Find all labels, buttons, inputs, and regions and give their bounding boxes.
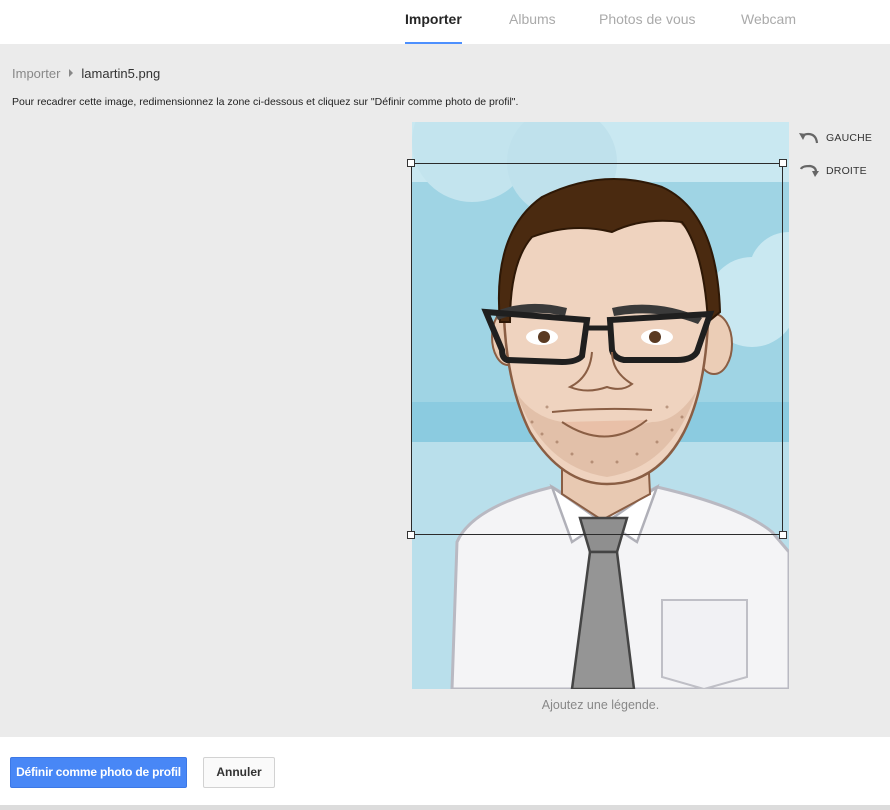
- crop-instructions: Pour recadrer cette image, redimensionne…: [12, 96, 519, 108]
- caption-field[interactable]: Ajoutez une légende.: [412, 698, 789, 712]
- rotate-left-label: GAUCHE: [826, 132, 873, 144]
- crop-handle-bottom-left[interactable]: [407, 531, 415, 539]
- chevron-right-icon: [69, 69, 74, 77]
- crop-selection-box[interactable]: [407, 159, 787, 539]
- rotate-left-icon: [799, 132, 819, 144]
- page-bottom-divider: [0, 805, 890, 810]
- rotate-right-label: DROITE: [826, 165, 867, 177]
- rotate-right-icon: [799, 164, 819, 177]
- breadcrumb-importer-link[interactable]: Importer: [12, 66, 60, 81]
- crop-handle-top-left[interactable]: [407, 159, 415, 167]
- set-profile-photo-button[interactable]: Définir comme photo de profil: [10, 757, 187, 788]
- breadcrumb-filename: lamartin5.png: [81, 66, 161, 81]
- footer-bar: Définir comme photo de profil Annuler: [0, 737, 890, 810]
- crop-handle-bottom-right[interactable]: [779, 531, 787, 539]
- tab-albums[interactable]: Albums: [509, 0, 556, 44]
- breadcrumb: Importer lamartin5.png: [12, 66, 160, 82]
- rotate-right-button[interactable]: DROITE: [798, 160, 867, 182]
- cancel-button[interactable]: Annuler: [203, 757, 275, 788]
- tab-webcam[interactable]: Webcam: [741, 0, 796, 44]
- rotate-left-button[interactable]: GAUCHE: [798, 127, 872, 149]
- tab-bar: Importer Albums Photos de vous Webcam: [0, 0, 890, 44]
- tab-photos-de-vous[interactable]: Photos de vous: [599, 0, 696, 44]
- crop-handle-top-right[interactable]: [779, 159, 787, 167]
- tab-importer[interactable]: Importer: [405, 0, 462, 44]
